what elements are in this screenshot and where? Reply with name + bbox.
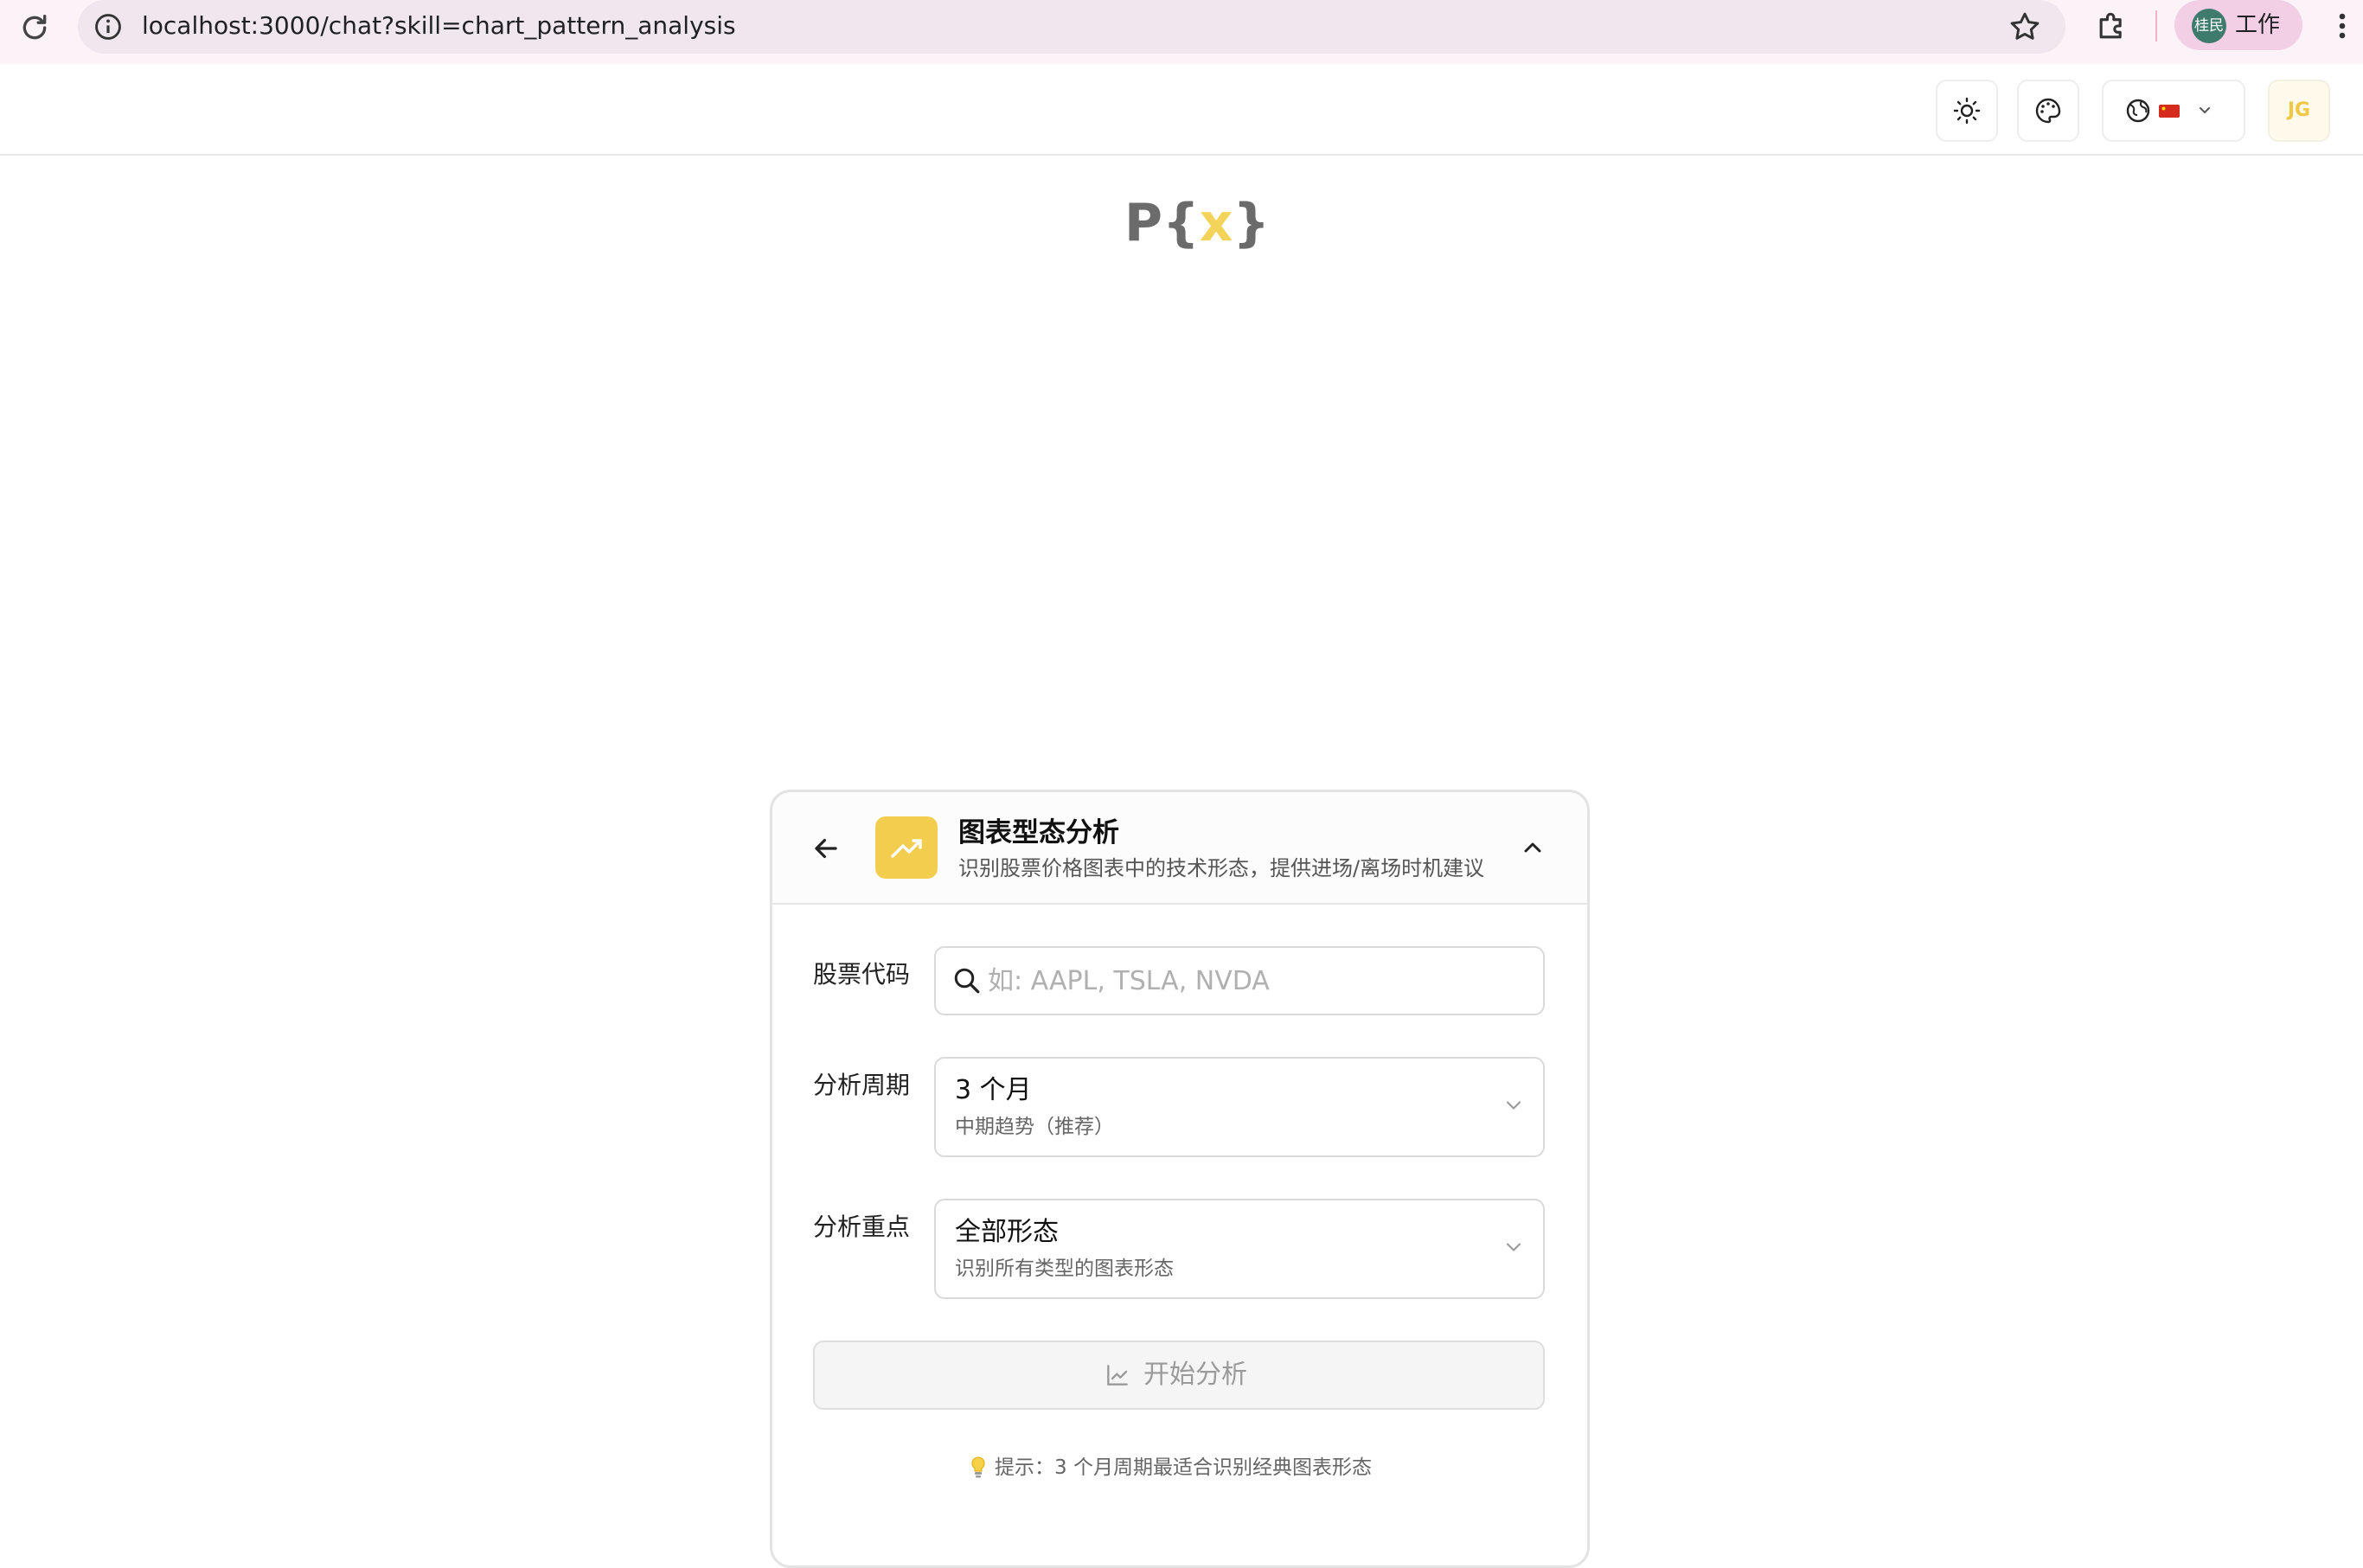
palette-button[interactable] [2017,80,2079,142]
ticker-label: 股票代码 [813,960,911,989]
site-info-icon[interactable] [92,10,125,43]
logo-brace-close: } [1233,193,1271,253]
reload-icon[interactable] [17,10,52,45]
language-selector[interactable] [2102,80,2245,142]
start-analysis-label[interactable]: 开始分析 [1143,1354,1247,1396]
sun-icon [1953,97,1981,125]
logo-p: P [1124,193,1162,253]
bookmark-star-icon[interactable] [2007,9,2043,45]
chevron-down-icon[interactable] [1502,1093,1526,1117]
focus-value[interactable]: 全部形态 [955,1213,1059,1252]
trending-up-icon [875,816,938,879]
logo-x: x [1199,193,1233,253]
profile-name[interactable]: 工作 [2235,5,2280,45]
card-header-divider [772,903,1587,905]
back-arrow-icon[interactable] [810,832,842,865]
focus-label: 分析重点 [813,1213,911,1241]
lightbulb-icon [969,1455,988,1481]
extensions-icon[interactable] [2093,7,2131,45]
period-label: 分析周期 [813,1071,911,1099]
flag-cn-icon [2159,105,2180,118]
line-chart-icon[interactable] [1104,1361,1131,1389]
app-logo: P{x} [1124,189,1270,258]
chevron-down-icon[interactable] [1502,1235,1526,1259]
chevron-up-icon[interactable] [1519,834,1547,861]
skill-subtitle: 识别股票价格图表中的技术形态，提供进场/离场时机建议 [958,856,1485,880]
ticker-input[interactable] [988,953,1533,1008]
profile-avatar[interactable]: 桂民 [2192,9,2226,43]
skill-title: 图表型态分析 [958,817,1119,848]
globe-icon [2126,99,2150,123]
header-divider [0,154,2363,156]
toolbar-separator [2155,10,2157,42]
user-avatar-button[interactable]: JG [2268,80,2330,142]
url-text[interactable]: localhost:3000/chat?skill=chart_pattern_… [142,7,736,45]
hint-text: 提示：3 个月周期最适合识别经典图表形态 [995,1456,1372,1479]
more-menu-icon[interactable] [2332,7,2353,45]
logo-brace-open: { [1162,193,1200,253]
chevron-down-icon [2200,107,2210,113]
palette-icon [2035,98,2061,124]
period-value[interactable]: 3 个月 [955,1071,1032,1110]
theme-toggle-button[interactable] [1936,80,1998,142]
focus-description[interactable]: 识别所有类型的图表形态 [955,1254,1174,1283]
search-icon [951,965,983,996]
period-description[interactable]: 中期趋势（推荐） [955,1112,1114,1142]
